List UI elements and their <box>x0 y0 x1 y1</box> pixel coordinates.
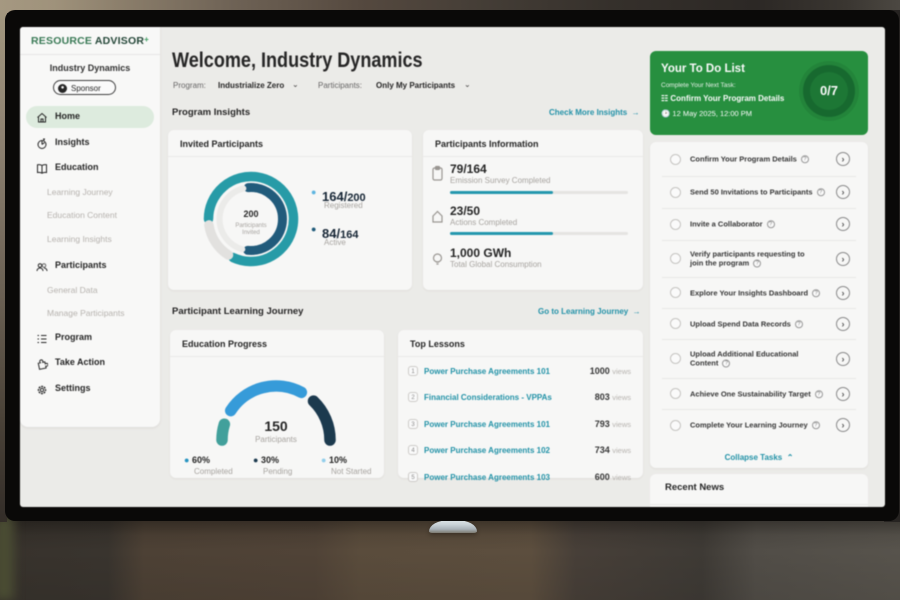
svg-text:200: 200 <box>243 209 258 219</box>
svg-text:Invited: Invited <box>242 230 260 236</box>
svg-text:Participants: Participants <box>235 223 266 229</box>
